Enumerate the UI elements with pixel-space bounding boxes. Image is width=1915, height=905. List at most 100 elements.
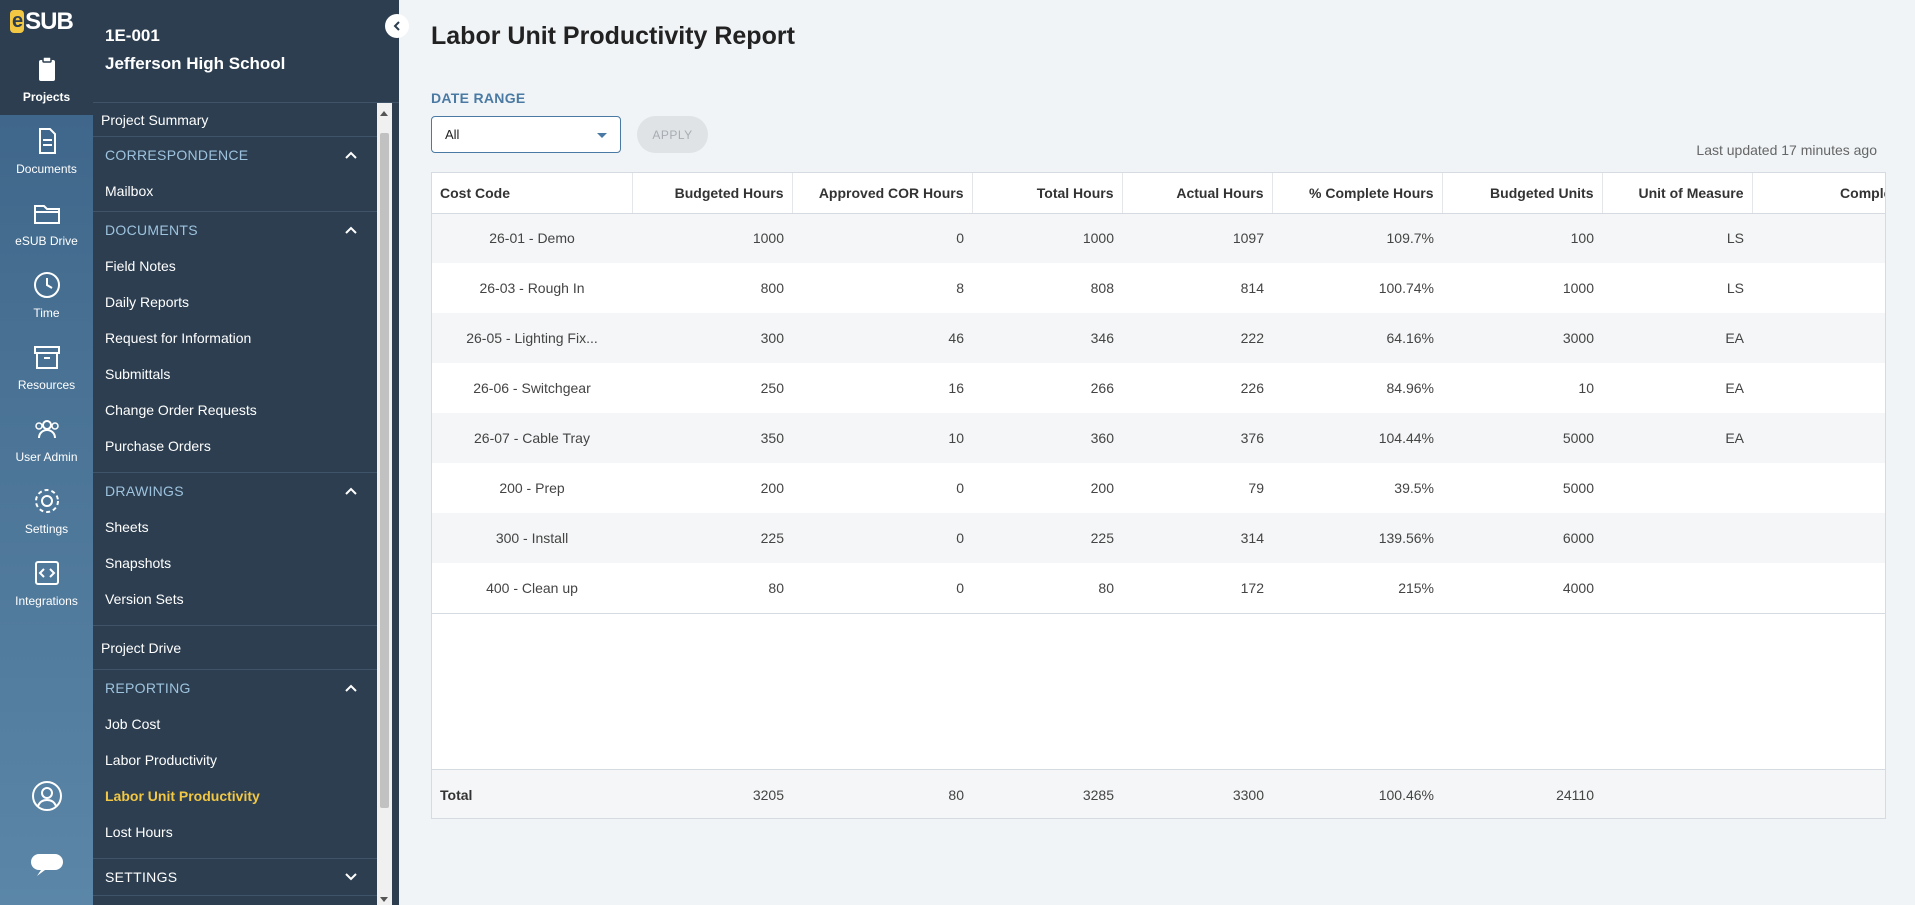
column-header[interactable]: Total Hours bbox=[972, 173, 1123, 214]
code-icon bbox=[34, 561, 59, 585]
nav-item-label: Project Summary bbox=[101, 111, 209, 128]
column-header[interactable]: Unit of Measure bbox=[1602, 173, 1753, 214]
collapse-nav-button[interactable] bbox=[385, 14, 409, 38]
nav-item-project-summary[interactable]: Project Summary bbox=[93, 103, 377, 137]
date-range-label: DATE RANGE bbox=[431, 90, 526, 106]
table-row[interactable]: 400 - Clean up 80 0 80 172 215% 4000 0 bbox=[432, 563, 1885, 613]
table-cell: 79 bbox=[1248, 480, 1264, 496]
scroll-down-arrow-icon[interactable] bbox=[380, 897, 388, 902]
table-cell: 400 - Clean up bbox=[486, 580, 578, 596]
table-row[interactable]: 300 - Install2250225314139.56%60002400 bbox=[432, 513, 1885, 563]
rail-item-resources[interactable]: Resources bbox=[0, 331, 93, 403]
total-cell: 3285 bbox=[972, 769, 1122, 818]
nav-item-version-sets[interactable]: Version Sets bbox=[93, 581, 377, 617]
nav-item-labor-productivity[interactable]: Labor Productivity bbox=[93, 742, 377, 778]
nav-item-submittals[interactable]: Submittals bbox=[93, 356, 377, 392]
table-cell: 5000 bbox=[1442, 413, 1602, 463]
total-cell bbox=[1602, 769, 1752, 818]
main-content: Labor Unit Productivity Report DATE RANG… bbox=[399, 0, 1915, 905]
column-header[interactable]: Cost Code bbox=[432, 173, 633, 214]
nav-item-snapshots[interactable]: Snapshots bbox=[93, 545, 377, 581]
scroll-thumb[interactable] bbox=[380, 133, 389, 808]
table-cell: 1000 bbox=[632, 213, 792, 263]
table-row[interactable]: 26-01 - Demo1000010001097109.7%100LS108 bbox=[432, 213, 1885, 263]
section-header-documents[interactable]: DOCUMENTS bbox=[93, 212, 377, 248]
table-row[interactable]: 26-05 - Lighting Fix... 300 46 346 222 64.16%… bbox=[432, 313, 1885, 363]
rail-label: Settings bbox=[24, 522, 69, 536]
profile-button[interactable] bbox=[0, 780, 93, 812]
nav-item-lost-hours[interactable]: Lost Hours bbox=[93, 814, 377, 850]
nav-item-sheets[interactable]: Sheets bbox=[93, 509, 377, 545]
section-header-reporting[interactable]: REPORTING bbox=[93, 670, 377, 706]
table-cell: 84.96% bbox=[1386, 380, 1434, 396]
column-header[interactable]: Approved COR Hours bbox=[792, 173, 973, 214]
nav-item-labor-unit-productivity[interactable]: Labor Unit Productivity bbox=[93, 778, 377, 814]
table-cell: 266 bbox=[1090, 380, 1114, 396]
table-cell: 360 bbox=[972, 413, 1122, 463]
section-title: DRAWINGS bbox=[105, 483, 184, 499]
column-header[interactable]: Budgeted Hours bbox=[632, 173, 793, 214]
rail-item-user-admin[interactable]: User Admin bbox=[0, 403, 93, 475]
table-cell: 2400 bbox=[1752, 513, 1885, 563]
last-updated-text: Last updated 17 minutes ago bbox=[1696, 142, 1877, 158]
rail-item-documents[interactable]: Documents bbox=[0, 115, 93, 187]
table-cell: 26-01 - Demo bbox=[432, 213, 632, 263]
nav-item-job-cost[interactable]: Job Cost bbox=[93, 706, 377, 742]
table-cell: 250 bbox=[760, 380, 784, 396]
page-title: Labor Unit Productivity Report bbox=[431, 22, 795, 50]
nav-item-change-order-requests[interactable]: Change Order Requests bbox=[93, 392, 377, 428]
column-header[interactable]: Actual Hours bbox=[1122, 173, 1273, 214]
chat-button[interactable] bbox=[0, 850, 93, 878]
table-body-end-divider bbox=[432, 613, 1885, 614]
table-cell: 46 bbox=[792, 313, 972, 363]
table-cell: 0 bbox=[792, 513, 972, 563]
nav-scrollbar[interactable] bbox=[377, 103, 392, 905]
table-row[interactable]: 26-03 - Rough In 800 8 808 814 100.74% 1000 LS 8 bbox=[432, 263, 1885, 313]
esub-logo[interactable]: e SUB bbox=[0, 0, 93, 43]
rail-item-esub-drive[interactable]: eSUB Drive bbox=[0, 187, 93, 259]
column-header[interactable]: Budgeted Units bbox=[1442, 173, 1603, 214]
project-header: 1E-001 Jefferson High School bbox=[93, 0, 399, 103]
scroll-up-arrow-icon[interactable] bbox=[380, 111, 388, 116]
table-row[interactable]: 200 - Prep 200 0 200 79 39.5% 5000 0 bbox=[432, 463, 1885, 513]
rail-item-projects[interactable]: Projects bbox=[0, 43, 93, 115]
column-header[interactable]: % Complete Hours bbox=[1272, 173, 1443, 214]
table-row[interactable]: 26-07 - Cable Tray 350 10 360 376 104.44% 5000… bbox=[432, 413, 1885, 463]
project-nav: 1E-001 Jefferson High School Project Sum… bbox=[93, 0, 409, 905]
nav-item-field-notes[interactable]: Field Notes bbox=[93, 248, 377, 284]
section-correspondence: CORRESPONDENCE Mailbox bbox=[93, 137, 377, 212]
table-cell: 26-06 - Switchgear bbox=[473, 380, 591, 396]
section-header-settings[interactable]: SETTINGS bbox=[93, 859, 377, 895]
section-header-drawings[interactable]: DRAWINGS bbox=[93, 473, 377, 509]
section-title: CORRESPONDENCE bbox=[105, 147, 249, 163]
nav-item-project-drive[interactable]: Project Drive bbox=[93, 626, 377, 670]
table-cell: EA bbox=[1602, 413, 1752, 463]
total-cell: Total bbox=[432, 769, 632, 818]
table-cell: 80 bbox=[768, 580, 784, 596]
table-cell: 300 bbox=[632, 313, 792, 363]
rail-item-settings[interactable]: Settings bbox=[0, 475, 93, 547]
nav-item-purchase-orders[interactable]: Purchase Orders bbox=[93, 428, 377, 464]
rail-label: Projects bbox=[22, 90, 71, 104]
rail-label: Integrations bbox=[15, 594, 78, 608]
rail-item-integrations[interactable]: Integrations bbox=[0, 547, 93, 619]
nav-item-rfi[interactable]: Request for Information bbox=[93, 320, 377, 356]
table-cell: 225 bbox=[972, 513, 1122, 563]
total-cell: 3300 bbox=[1122, 769, 1272, 818]
rail-item-time[interactable]: Time bbox=[0, 259, 93, 331]
table-cell: 5000 bbox=[1562, 480, 1594, 496]
table-cell: 80 bbox=[1098, 580, 1114, 596]
apply-button[interactable]: APPLY bbox=[637, 116, 708, 153]
nav-item-mailbox[interactable]: Mailbox bbox=[93, 173, 377, 209]
nav-list: Project Summary CORRESPONDENCE Mailbox D… bbox=[93, 103, 377, 905]
column-header[interactable]: Completed Unit bbox=[1752, 173, 1885, 214]
section-header-correspondence[interactable]: CORRESPONDENCE bbox=[93, 137, 377, 173]
table-cell bbox=[1602, 463, 1752, 513]
nav-item-daily-reports[interactable]: Daily Reports bbox=[93, 284, 377, 320]
rail-label: Documents bbox=[16, 162, 77, 176]
table-cell: 8 bbox=[1752, 263, 1885, 313]
date-range-select[interactable]: All bbox=[431, 116, 621, 153]
section-title: REPORTING bbox=[105, 680, 191, 696]
table-cell: 376 bbox=[1122, 413, 1272, 463]
table-row[interactable]: 26-06 - Switchgear 250 16 266 226 84.96% 10 EA 8 bbox=[432, 363, 1885, 413]
